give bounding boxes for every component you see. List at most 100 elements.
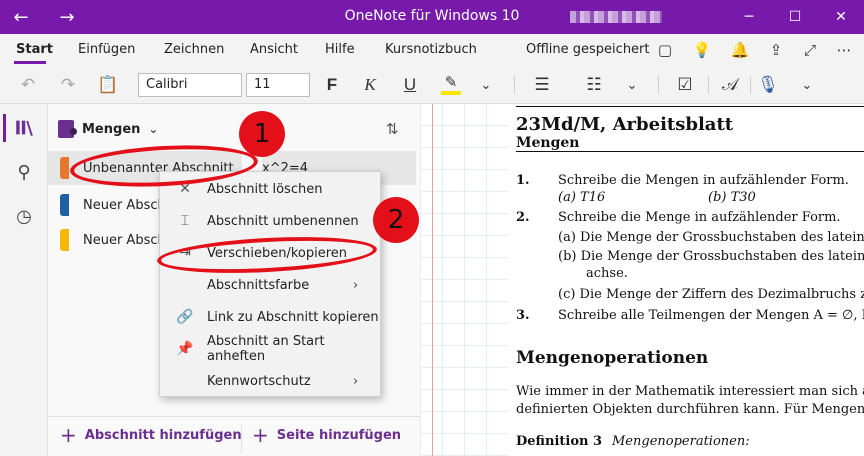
notebook-name: Mengen [82, 121, 141, 137]
clipboard-icon[interactable]: 📋 [96, 73, 120, 97]
link-icon: 🔗 [176, 309, 194, 325]
doc-line: (b) Die Menge der Grossbuchstaben des la… [558, 249, 864, 264]
list-chevron-down-icon[interactable]: ⌄ [624, 73, 640, 97]
menu-item-label: Abschnitt löschen [207, 181, 323, 197]
doc-line: Schreibe alle Teilmengen der Mengen A = … [558, 308, 864, 323]
plus-icon: + [252, 423, 269, 447]
annotation-badge-1: 1 [239, 111, 285, 157]
underline-button[interactable]: U [398, 73, 422, 97]
close-icon[interactable]: ✕ [818, 5, 864, 29]
title-bar: ← → OneNote für Windows 10 ─ ☐ ✕ [0, 0, 864, 34]
bold-button[interactable]: F [320, 73, 344, 97]
doc-line: definierten Objekten durchführen kann. F… [516, 402, 864, 417]
doc-line: Definition 3 [516, 434, 603, 449]
account-name-blurred[interactable] [570, 11, 662, 23]
section-color-tab [60, 157, 69, 179]
rename-icon: ⌶ [180, 213, 190, 229]
toolbar-separator [658, 76, 659, 94]
sync-status: Offline gespeichert [526, 42, 650, 57]
undo-icon[interactable]: ↶ [16, 73, 40, 97]
doc-line: Schreibe die Mengen in aufzählender Form… [558, 173, 849, 188]
section-color-tab [60, 194, 69, 216]
doc-line: 1. [516, 173, 530, 188]
font-size-field[interactable]: 11 [246, 73, 310, 97]
menu-item-copy-link[interactable]: 🔗 Link zu Abschnitt kopieren [160, 301, 380, 333]
doc-title: 23Md/M, Arbeitsblatt [516, 114, 734, 135]
sort-icon[interactable]: ⇅ [386, 120, 399, 138]
section-color-tab [60, 229, 69, 251]
font-name-field[interactable]: Calibri [138, 73, 242, 97]
doc-line: (a) T16 [558, 190, 606, 205]
notebooks-icon[interactable]: 𝐈𝐈\ [0, 108, 48, 148]
spelling-icon[interactable]: 𝒜 [718, 73, 742, 97]
doc-line: (a) Die Menge der Grossbuchstaben des la… [558, 230, 864, 245]
menu-item-password[interactable]: Kennwortschutz › [160, 365, 380, 397]
doc-subtitle: Mengen [516, 135, 864, 152]
tab-hilfe[interactable]: Hilfe [325, 42, 355, 57]
bullet-list-icon[interactable]: ☰ [530, 73, 554, 97]
tab-ansicht[interactable]: Ansicht [250, 42, 298, 57]
pin-icon: 📌 [176, 341, 194, 357]
italic-button[interactable]: K [358, 73, 382, 97]
section-context-menu: ✕ Abschnitt löschen ⌶ Abschnitt umbenenn… [159, 171, 381, 397]
menu-item-section-color[interactable]: Abschnittsfarbe › [160, 269, 380, 301]
chevron-down-icon[interactable]: ⌄ [478, 73, 494, 97]
menu-item-rename-section[interactable]: ⌶ Abschnitt umbenennen [160, 205, 380, 237]
menu-item-label: Kennwortschutz [207, 373, 311, 389]
dictate-microphone-icon[interactable]: 🎙 [756, 73, 780, 97]
fullscreen-icon[interactable]: ⤢ [800, 40, 820, 60]
ribbon-tabs: Start Einfügen Zeichnen Ansicht Hilfe Ku… [0, 34, 864, 66]
add-section-button[interactable]: + Abschnitt hinzufügen [60, 423, 242, 447]
add-page-button[interactable]: + Seite hinzufügen [252, 423, 402, 447]
notebook-icon [58, 120, 77, 138]
notebook-selector[interactable]: Mengen ⌄ [58, 120, 158, 138]
chevron-right-icon: › [353, 373, 359, 389]
add-bar-divider [241, 425, 242, 453]
notification-bell-icon[interactable]: 🔔 [730, 40, 750, 60]
doc-line: achse. [586, 266, 628, 281]
menu-item-label: Abschnitt umbenennen [207, 213, 359, 229]
doc-line: Schreibe die Menge in aufzählender Form. [558, 210, 841, 225]
tab-start[interactable]: Start [16, 42, 53, 57]
plus-icon: + [60, 423, 77, 447]
more-options-icon[interactable]: ⋯ [834, 40, 854, 60]
menu-item-pin-to-start[interactable]: 📌 Abschnitt an Start anheften [160, 333, 380, 365]
toolbar-chevron-down-icon[interactable]: ⌄ [798, 73, 816, 97]
add-section-label: Abschnitt hinzufügen [84, 427, 242, 443]
add-page-label: Seite hinzufügen [276, 427, 402, 443]
redo-icon[interactable]: ↷ [56, 73, 80, 97]
notebook-view-icon[interactable]: ▢ [655, 40, 675, 60]
toolbar-separator [750, 76, 751, 94]
menu-item-label: Abschnittsfarbe [207, 277, 310, 293]
doc-line: (c) Die Menge der Ziffern des Dezimalbru… [558, 287, 864, 302]
toolbar-separator [514, 76, 515, 94]
doc-line: 2. [516, 210, 530, 225]
share-icon[interactable]: ⇪ [766, 40, 786, 60]
annotation-badge-2: 2 [373, 197, 419, 243]
doc-line: 3. [516, 308, 530, 323]
maximize-icon[interactable]: ☐ [772, 5, 818, 29]
add-bar: + Abschnitt hinzufügen + Seite hinzufüge… [48, 416, 420, 456]
menu-item-label: Link zu Abschnitt kopieren [207, 309, 379, 325]
tag-todo-icon[interactable]: ☑ [672, 73, 698, 97]
page-canvas[interactable]: 23Md/M, Arbeitsblatt Mengen 1. Schreibe … [420, 104, 864, 456]
highlight-icon[interactable]: ✎ [438, 73, 464, 97]
tab-kursnotizbuch[interactable]: Kursnotizbuch [385, 42, 477, 57]
lightbulb-icon[interactable]: 💡 [692, 40, 712, 60]
doc-line: Wie immer in der Mathematik interessiert… [516, 384, 864, 399]
navigation-rail: 𝐈𝐈\ ⚲ ◷ [0, 104, 48, 456]
active-tab-underline [14, 61, 46, 64]
doc-line: (b) T30 [708, 190, 756, 205]
doc-heading: Mengenoperationen [516, 348, 709, 368]
tab-einfuegen[interactable]: Einfügen [78, 42, 135, 57]
minimize-icon[interactable]: ─ [726, 5, 772, 29]
chevron-right-icon: › [353, 277, 359, 293]
tab-zeichnen[interactable]: Zeichnen [164, 42, 224, 57]
doc-line: Mengenoperationen: [612, 434, 750, 449]
numbered-list-icon[interactable]: ☷ [582, 73, 606, 97]
recent-clock-icon[interactable]: ◷ [0, 196, 48, 236]
worksheet-printout: 23Md/M, Arbeitsblatt Mengen 1. Schreibe … [508, 104, 864, 456]
menu-item-label: Abschnitt an Start anheften [207, 334, 325, 364]
search-icon[interactable]: ⚲ [0, 152, 48, 192]
margin-line [432, 104, 433, 456]
